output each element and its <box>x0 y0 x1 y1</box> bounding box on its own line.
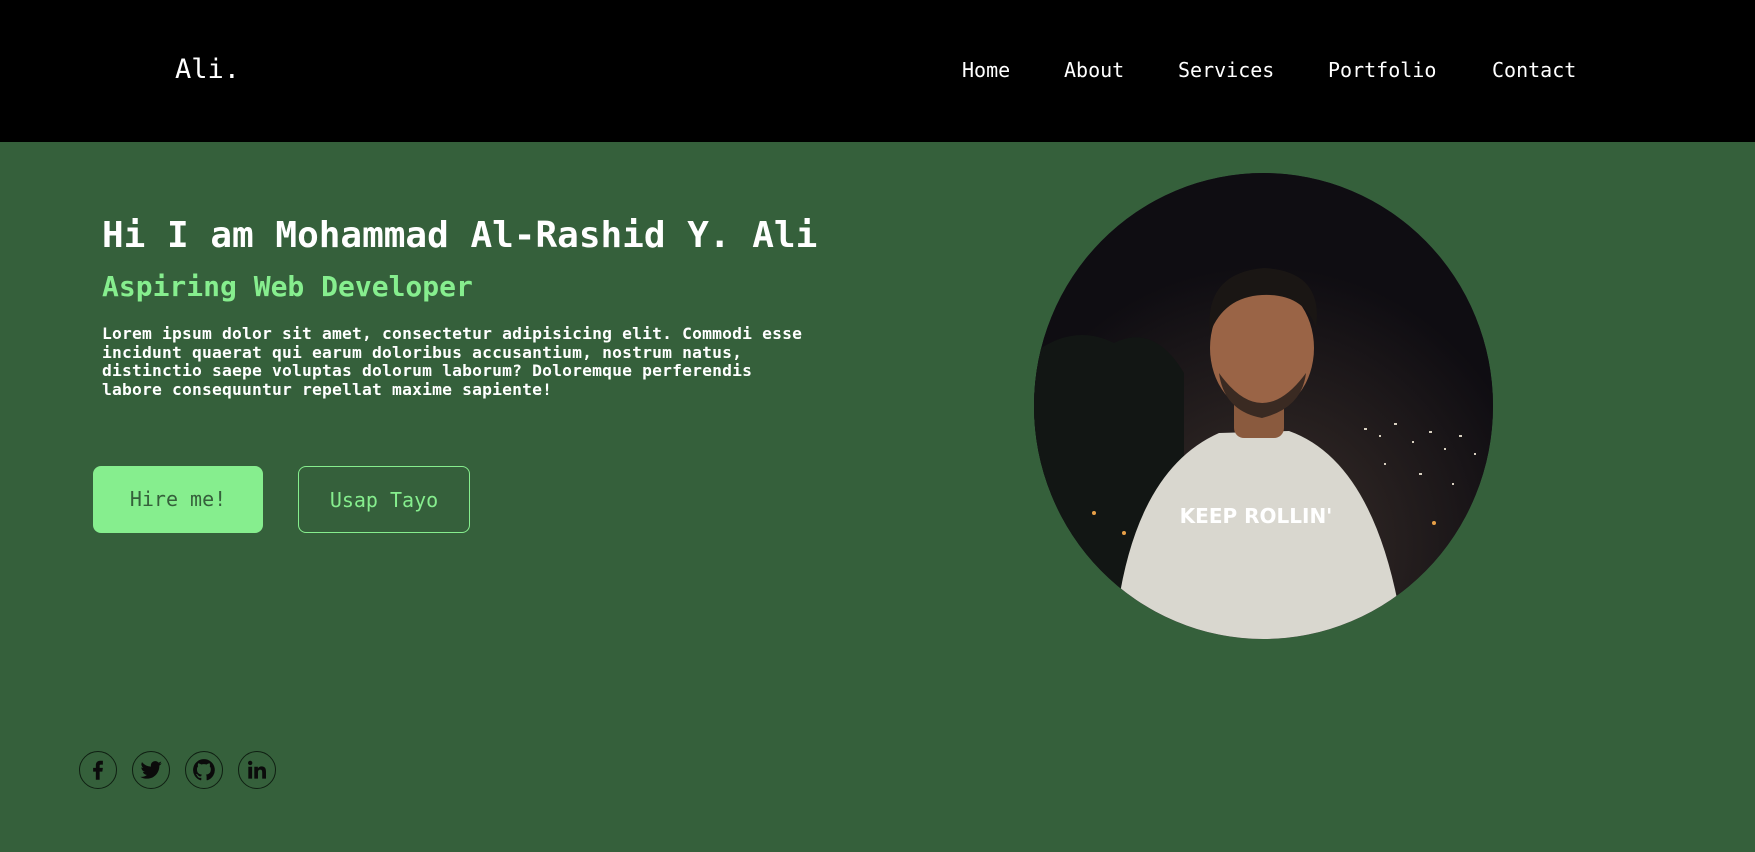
hero-description: Lorem ipsum dolor sit amet, consectetur … <box>102 324 803 399</box>
top-navbar: Ali. Home About Services Portfolio Conta… <box>0 0 1755 142</box>
hero-role: Aspiring Web Developer <box>102 270 473 303</box>
hero-section: Hi I am Mohammad Al-Rashid Y. Ali Aspiri… <box>0 142 1755 852</box>
nav-portfolio-link[interactable]: Portfolio <box>1328 56 1436 84</box>
usap-tayo-button[interactable]: Usap Tayo <box>298 466 470 533</box>
hero-title: Hi I am Mohammad Al-Rashid Y. Ali <box>102 215 818 256</box>
nav-contact-link[interactable]: Contact <box>1492 56 1576 84</box>
site-logo[interactable]: Ali. <box>175 52 240 88</box>
facebook-icon[interactable] <box>79 751 117 789</box>
shirt-print: KEEP ROLLIN' <box>1180 504 1333 528</box>
twitter-icon[interactable] <box>132 751 170 789</box>
nav-about-link[interactable]: About <box>1064 56 1124 84</box>
github-icon[interactable] <box>185 751 223 789</box>
linkedin-icon[interactable] <box>238 751 276 789</box>
hire-me-button[interactable]: Hire me! <box>93 466 263 533</box>
profile-photo: KEEP ROLLIN' <box>1034 173 1493 639</box>
profile-photo-illustration: KEEP ROLLIN' <box>1034 173 1493 639</box>
nav-services-link[interactable]: Services <box>1178 56 1274 84</box>
nav-home-link[interactable]: Home <box>962 56 1010 84</box>
